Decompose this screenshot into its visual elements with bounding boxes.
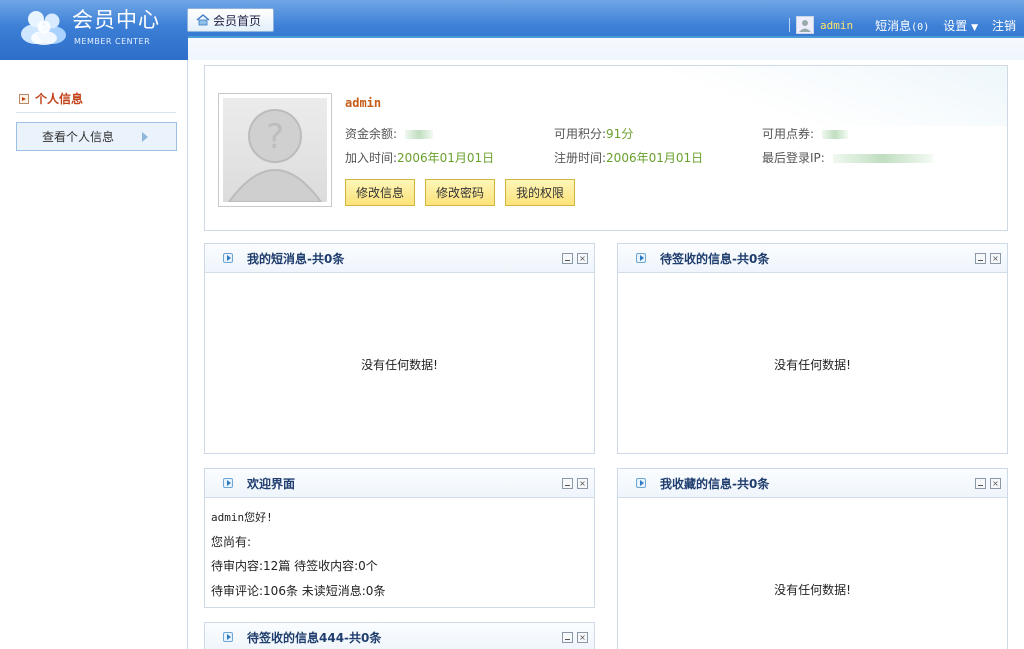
arrow-bullet-icon: [19, 93, 29, 104]
messages-panel-title: 我的短消息-共0条: [247, 251, 345, 266]
favorites-panel: 我收藏的信息-共0条 × 没有任何数据!: [617, 468, 1008, 649]
messages-count: (0): [911, 21, 930, 33]
points-value: 91分: [606, 127, 634, 141]
welcome-panel-header: 欢迎界面 ×: [205, 469, 594, 498]
sidebar-section-label: 个人信息: [35, 92, 84, 106]
pending-sign-444-panel-title: 待签收的信息444-共0条: [247, 630, 382, 645]
join-time-row: 加入时间:2006年01月01日: [345, 149, 494, 166]
panel-controls: ×: [562, 632, 588, 643]
profile-username: admin: [345, 96, 382, 110]
settings-dropdown[interactable]: 设置 ▼: [943, 17, 978, 34]
change-password-button[interactable]: 修改密码: [425, 179, 495, 206]
profile-card: ? admin 资金余额: 可用积分:91分 可用点券: 加入时间:2006年0…: [204, 65, 1008, 231]
panel-controls: ×: [562, 478, 588, 489]
last-ip-row: 最后登录IP:: [762, 149, 933, 166]
sidebar: 个人信息 查看个人信息: [0, 60, 188, 649]
close-icon[interactable]: ×: [577, 253, 588, 264]
minimize-icon[interactable]: [975, 478, 986, 489]
welcome-greeting: admin您好!: [211, 511, 273, 524]
pending-sign-panel-header: 待签收的信息-共0条 ×: [618, 244, 1007, 273]
messages-empty-text: 没有任何数据!: [361, 358, 438, 372]
sidebar-divider: [16, 112, 176, 113]
panel-arrow-icon: [223, 253, 233, 263]
default-avatar-icon: ?: [223, 98, 327, 202]
pending-sign-empty-text: 没有任何数据!: [774, 358, 851, 372]
points-row: 可用积分:91分: [554, 125, 633, 142]
messages-link-label: 短消息: [875, 18, 912, 33]
balance-row: 资金余额:: [345, 125, 433, 142]
welcome-pending-comments: 待审评论:106条 未读短消息:0条: [211, 584, 386, 598]
last-ip-redacted: [832, 154, 933, 163]
house-icon: [196, 14, 210, 26]
favorites-empty-text: 没有任何数据!: [774, 583, 851, 597]
close-icon[interactable]: ×: [990, 253, 1001, 264]
pending-sign-panel: 待签收的信息-共0条 × 没有任何数据!: [617, 243, 1008, 454]
profile-avatar: ?: [218, 93, 332, 207]
edit-info-button[interactable]: 修改信息: [345, 179, 415, 206]
minimize-icon[interactable]: [562, 253, 573, 264]
welcome-you-have: 您尚有:: [211, 535, 252, 549]
my-permissions-button[interactable]: 我的权限: [505, 179, 575, 206]
close-icon[interactable]: ×: [990, 478, 1001, 489]
logo-subtitle: MEMBER CENTER: [74, 37, 151, 46]
pending-sign-444-panel-header: 待签收的信息444-共0条 ×: [205, 623, 594, 649]
settings-label: 设置: [943, 18, 968, 33]
messages-link[interactable]: 短消息(0): [875, 17, 929, 34]
messages-panel-header: 我的短消息-共0条 ×: [205, 244, 594, 273]
sidebar-item-view-profile[interactable]: 查看个人信息: [16, 122, 177, 151]
caret-down-icon: ▼: [971, 22, 978, 33]
balance-label: 资金余额:: [345, 127, 398, 141]
coupons-row: 可用点券:: [762, 125, 848, 142]
close-icon[interactable]: ×: [577, 478, 588, 489]
balance-redacted: [404, 130, 433, 139]
welcome-panel: 欢迎界面 × admin您好! 您尚有: 待审内容:12篇 待签收内容:0个 待…: [204, 468, 595, 608]
panel-controls: ×: [975, 478, 1001, 489]
top-header: 会员中心 MEMBER CENTER 会员首页 admin 短消息(0) 设置 …: [0, 0, 1024, 60]
member-home-tab-label: 会员首页: [213, 13, 262, 28]
panel-arrow-icon: [636, 253, 646, 263]
messages-panel: 我的短消息-共0条 × 没有任何数据!: [204, 243, 595, 454]
welcome-panel-title: 欢迎界面: [247, 476, 296, 491]
panel-arrow-icon: [636, 478, 646, 488]
member-home-tab[interactable]: 会员首页: [187, 8, 274, 32]
points-label: 可用积分:: [554, 127, 607, 141]
favorites-panel-title: 我收藏的信息-共0条: [660, 476, 770, 491]
close-icon[interactable]: ×: [577, 632, 588, 643]
join-time-label: 加入时间:: [345, 151, 398, 165]
nav-separator: [789, 18, 791, 32]
welcome-pending-content: 待审内容:12篇 待签收内容:0个: [211, 559, 378, 573]
register-time-label: 注册时间:: [554, 151, 607, 165]
chevron-right-icon: [142, 132, 148, 142]
sidebar-section-title: 个人信息: [19, 90, 83, 107]
coupons-label: 可用点券:: [762, 127, 815, 141]
sidebar-item-label: 查看个人信息: [42, 130, 115, 144]
register-time-row: 注册时间:2006年01月01日: [554, 149, 703, 166]
last-ip-label: 最后登录IP:: [762, 151, 825, 165]
panel-controls: ×: [562, 253, 588, 264]
logo-title: 会员中心: [72, 8, 160, 32]
svg-text:?: ?: [266, 117, 284, 157]
minimize-icon[interactable]: [562, 632, 573, 643]
logout-link[interactable]: 注销: [992, 17, 1016, 34]
pending-sign-panel-title: 待签收的信息-共0条: [660, 251, 770, 266]
profile-card-decoration: [647, 66, 1007, 126]
user-avatar-icon: [796, 16, 815, 34]
register-time-value: 2006年01月01日: [606, 151, 704, 165]
header-fade-band: [188, 38, 1024, 60]
minimize-icon[interactable]: [562, 478, 573, 489]
top-nav: admin 短消息(0) 设置 ▼ 注销: [789, 16, 1016, 34]
panel-controls: ×: [975, 253, 1001, 264]
panel-arrow-icon: [223, 478, 233, 488]
pending-sign-444-panel: 待签收的信息444-共0条 ×: [204, 622, 595, 649]
favorites-panel-header: 我收藏的信息-共0条 ×: [618, 469, 1007, 498]
join-time-value: 2006年01月01日: [397, 151, 495, 165]
username-link[interactable]: admin: [820, 19, 853, 32]
members-logo-icon: [21, 11, 66, 45]
minimize-icon[interactable]: [975, 253, 986, 264]
coupons-redacted: [821, 130, 848, 139]
panel-arrow-icon: [223, 632, 233, 642]
